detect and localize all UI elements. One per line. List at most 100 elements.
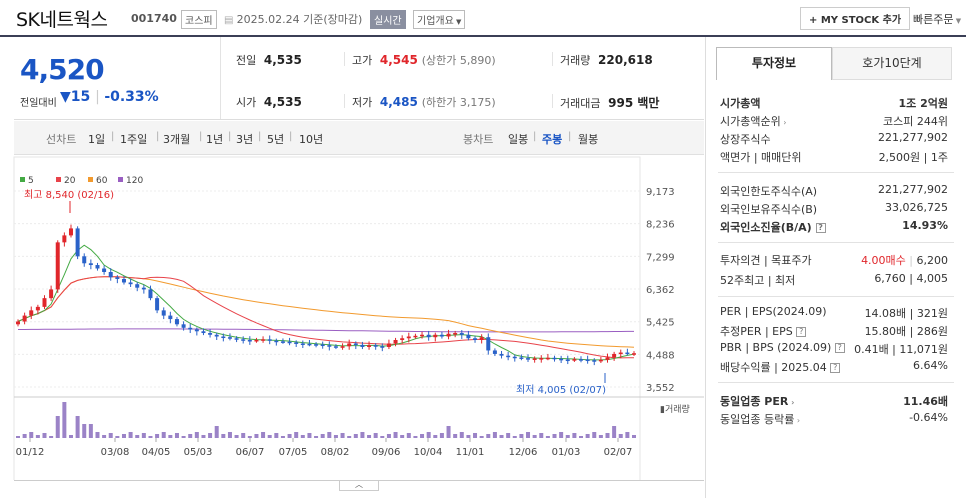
volume-bar bbox=[612, 426, 617, 438]
volume-bar bbox=[42, 433, 47, 438]
legend-swatch bbox=[118, 177, 123, 182]
line-chart-label: 선차트 bbox=[46, 133, 77, 146]
candle-body bbox=[446, 333, 451, 337]
pbr-bps-text: PBR | BPS (2024.09) bbox=[720, 341, 832, 354]
candle-monthly[interactable]: 월봉 bbox=[578, 131, 598, 147]
candle-body bbox=[49, 289, 54, 299]
help-icon[interactable]: ? bbox=[834, 343, 845, 353]
candle-body bbox=[545, 357, 550, 360]
change-label: 전일대비 bbox=[20, 98, 57, 109]
volume-bar bbox=[598, 435, 603, 438]
legend-swatch bbox=[56, 177, 61, 182]
volume-bar bbox=[420, 434, 425, 438]
help-icon[interactable]: ? bbox=[830, 363, 841, 373]
per-eps-value: 14.08배 | 321원 bbox=[864, 307, 948, 320]
tab-invest-info[interactable]: 투자정보 bbox=[716, 47, 832, 80]
candle-body bbox=[420, 334, 425, 337]
candle-body bbox=[512, 356, 517, 359]
candle-body bbox=[102, 268, 107, 273]
candle-body bbox=[294, 342, 299, 344]
x-tick-label: 08/02 bbox=[321, 447, 350, 458]
legend-label: 60 bbox=[96, 176, 108, 186]
candle-body bbox=[174, 319, 179, 325]
sector-change-label[interactable]: 동일업종 등락률 › bbox=[720, 411, 800, 427]
candle-body bbox=[618, 352, 623, 355]
range-1w[interactable]: 1주일 bbox=[120, 131, 147, 147]
foreign-limit-label: 외국인한도주식수(A) bbox=[720, 185, 818, 198]
volume-bar bbox=[307, 433, 312, 438]
range-3m[interactable]: 3개월 bbox=[163, 131, 190, 147]
volume-axis-label: ▮거래량 bbox=[660, 403, 690, 415]
volume-bar bbox=[320, 434, 325, 438]
range-10y[interactable]: 10년 bbox=[299, 131, 323, 147]
change-value: ▼15 | -0.33% bbox=[60, 89, 159, 105]
candle-body bbox=[148, 289, 153, 299]
candle-body bbox=[486, 337, 491, 351]
per-eps-label: PER | EPS(2024.09) bbox=[720, 305, 827, 318]
chevron-down-icon: ▼ bbox=[953, 17, 962, 25]
panel-divider bbox=[718, 242, 954, 243]
volume-bar bbox=[102, 435, 107, 438]
range-1y[interactable]: 1년 bbox=[206, 131, 223, 147]
quote-divider bbox=[344, 94, 345, 108]
listed-shares-value: 221,277,902 bbox=[878, 131, 948, 144]
help-icon[interactable]: ? bbox=[815, 223, 826, 233]
candle-body bbox=[261, 339, 266, 341]
invest-info-panel: 투자정보 호가10단계 시가총액 1조 2억원 시가총액순위 › 코스피 244… bbox=[705, 37, 966, 498]
candle-body bbox=[168, 315, 173, 320]
volume-bar bbox=[592, 432, 597, 438]
foreign-ratio-value: 14.93% bbox=[902, 219, 948, 232]
help-icon[interactable]: ? bbox=[796, 327, 807, 337]
range-divider: | bbox=[111, 131, 115, 142]
volume-bar bbox=[174, 433, 179, 438]
candle-daily[interactable]: 일봉 bbox=[508, 131, 528, 147]
stock-code: 001740 bbox=[131, 12, 177, 25]
candle-body bbox=[625, 352, 630, 355]
sector-per-label[interactable]: 동일업종 PER › bbox=[720, 393, 794, 409]
volume-bar bbox=[194, 432, 199, 438]
candle-body bbox=[287, 341, 292, 344]
candle-body bbox=[320, 344, 325, 347]
volume-bar bbox=[314, 436, 319, 438]
low-price: 저가 4,485 (하한가 3,175) bbox=[352, 94, 496, 110]
volume-bar bbox=[55, 416, 60, 438]
high-label: 고가 bbox=[352, 54, 373, 67]
candle-body bbox=[29, 310, 34, 316]
low-label: 저가 bbox=[352, 96, 373, 109]
tab-order-book[interactable]: 호가10단계 bbox=[832, 47, 952, 80]
candle-chart-label: 봉차트 bbox=[463, 133, 494, 146]
collapse-toggle[interactable]: ︿ bbox=[339, 481, 379, 491]
high-annotation: 최고 8,540 (02/16) bbox=[24, 189, 114, 201]
par-value-value: 2,500원 | 1주 bbox=[878, 151, 948, 164]
x-tick-label: 06/07 bbox=[236, 447, 265, 458]
volume-bar bbox=[519, 434, 524, 438]
volume-bar bbox=[545, 436, 550, 438]
opinion-label: 투자의견 | 목표주가 bbox=[720, 254, 812, 267]
mystock-button[interactable]: + MY STOCK 추가 bbox=[800, 7, 911, 30]
quick-order-label: 빠른주문 bbox=[913, 13, 954, 26]
range-1d[interactable]: 1일 bbox=[88, 131, 105, 147]
candle-body bbox=[360, 344, 365, 347]
prev-close: 전일 4,535 bbox=[236, 52, 302, 68]
volume-bar bbox=[539, 433, 544, 438]
company-info-button[interactable]: 기업개요 ▼ bbox=[413, 10, 466, 29]
stock-chart[interactable]: 9,173 8,236 7,299 6,362 5,425 4,488 3,552 5 20 60… bbox=[0, 155, 704, 480]
sector-change-text: 동일업종 등락률 bbox=[720, 413, 795, 426]
candle-body bbox=[539, 358, 544, 360]
est-per-eps-text: 추정PER | EPS bbox=[720, 325, 793, 338]
stock-name: SK네트웍스 bbox=[16, 9, 108, 31]
opinion-value: 4.00매수 | 6,200 bbox=[861, 252, 948, 268]
realtime-button[interactable]: 실시간 bbox=[370, 10, 406, 29]
range-3y[interactable]: 3년 bbox=[236, 131, 253, 147]
quick-order-button[interactable]: 빠른주문 ▼ bbox=[913, 11, 961, 27]
volume-bar bbox=[373, 433, 378, 438]
range-5y[interactable]: 5년 bbox=[267, 131, 284, 147]
candle-body bbox=[108, 272, 113, 278]
candle-weekly[interactable]: 주봉 bbox=[542, 131, 562, 147]
candle-body bbox=[612, 353, 617, 358]
quote-divider bbox=[552, 52, 553, 66]
market-cap-rank-label[interactable]: 시가총액순위 › bbox=[720, 113, 786, 129]
volume-bar bbox=[49, 436, 54, 438]
range-divider: | bbox=[258, 131, 262, 142]
volume-bar bbox=[294, 432, 299, 438]
